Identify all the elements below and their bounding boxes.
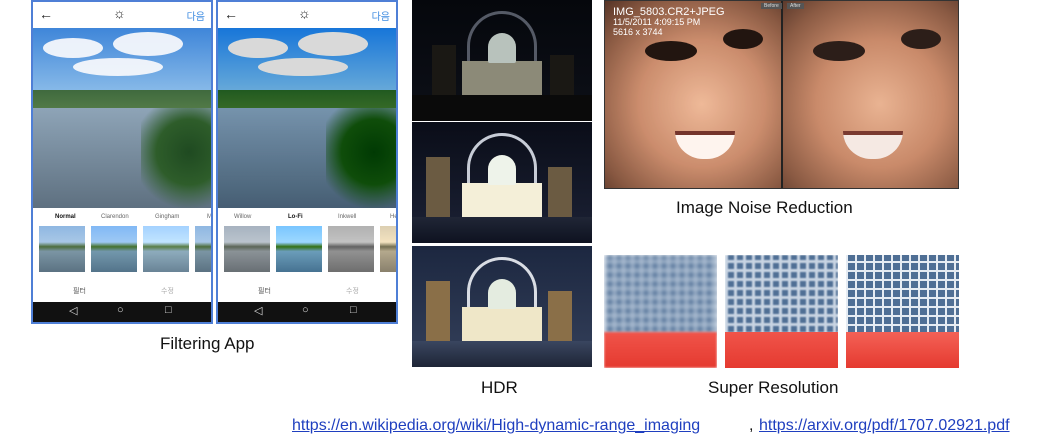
tab-filter[interactable]: 필터 — [73, 286, 86, 296]
nav-home-icon[interactable]: ○ — [302, 304, 309, 316]
filter-label-partial[interactable]: M — [207, 214, 211, 220]
filter-thumbnail[interactable] — [39, 226, 85, 272]
super-resolution-high — [846, 255, 959, 368]
back-arrow-icon[interactable]: ← — [224, 6, 238, 22]
photo-metadata: IMG_5803.CR2+JPEG 11/5/2011 4:09:15 PM 5… — [613, 6, 725, 38]
filter-label-lofi[interactable]: Lo-Fi — [288, 214, 303, 220]
phone-screenshot-normal: ← ☼ 다음 Normal Clarendon Gingham M 필터 수정 … — [31, 0, 213, 324]
filter-label-normal[interactable]: Normal — [55, 214, 76, 220]
filter-thumbnail[interactable] — [380, 226, 396, 272]
filter-label-partial[interactable]: He — [390, 214, 396, 220]
tab-filter[interactable]: 필터 — [258, 286, 271, 296]
tab-edit[interactable]: 수정 — [346, 286, 359, 296]
filter-label-willow[interactable]: Willow — [234, 214, 251, 220]
landscape-photo — [33, 28, 211, 208]
hdr-wikipedia-link[interactable]: https://en.wikipedia.org/wiki/High-dynam… — [292, 417, 700, 435]
hdr-photo-mid — [412, 122, 592, 243]
phone-top-bar: ← ☼ 다음 — [218, 2, 396, 28]
after-tag: After — [787, 3, 804, 9]
brightness-icon[interactable]: ☼ — [113, 5, 126, 21]
after-face-photo — [783, 1, 958, 188]
filter-label-clarendon[interactable]: Clarendon — [101, 214, 129, 220]
landscape-photo-filtered — [218, 28, 396, 208]
brightness-icon[interactable]: ☼ — [298, 5, 311, 21]
photo-dimensions: 5616 x 3744 — [613, 27, 663, 37]
back-arrow-icon[interactable]: ← — [39, 6, 53, 22]
nav-home-icon[interactable]: ○ — [117, 304, 124, 316]
nav-recents-icon[interactable]: □ — [165, 304, 172, 316]
filter-name-row: Willow Lo-Fi Inkwell He — [218, 212, 396, 226]
arxiv-link[interactable]: https://arxiv.org/pdf/1707.02921.pdf — [759, 417, 1010, 435]
filter-thumbnail[interactable] — [143, 226, 189, 272]
nav-back-icon[interactable]: ◁ — [69, 304, 77, 317]
before-tag: Before — [761, 3, 782, 9]
phone-top-bar: ← ☼ 다음 — [33, 2, 211, 28]
caption-filtering-app: Filtering App — [160, 334, 255, 353]
android-nav-bar: ◁ ○ □ — [33, 302, 211, 322]
filter-thumbnail[interactable] — [328, 226, 374, 272]
filter-thumbnails — [39, 226, 211, 274]
filter-thumbnail[interactable] — [91, 226, 137, 272]
link-separator: , — [749, 417, 754, 434]
super-resolution-low — [604, 255, 717, 368]
filter-name-row: Normal Clarendon Gingham M — [33, 212, 211, 226]
next-button[interactable]: 다음 — [372, 8, 390, 23]
hdr-photo-merged — [412, 246, 592, 367]
nav-recents-icon[interactable]: □ — [350, 304, 357, 316]
tab-edit[interactable]: 수정 — [161, 286, 174, 296]
super-resolution-mid — [725, 255, 838, 368]
photo-filename: IMG_5803.CR2+JPEG — [613, 6, 725, 18]
noise-reduction-comparison: IMG_5803.CR2+JPEG 11/5/2011 4:09:15 PM 5… — [604, 0, 959, 189]
hdr-photo-dark — [412, 0, 592, 121]
android-nav-bar: ◁ ○ □ — [218, 302, 396, 322]
filter-label-gingham[interactable]: Gingham — [155, 214, 179, 220]
caption-noise-reduction: Image Noise Reduction — [676, 198, 853, 217]
filter-thumbnails — [224, 226, 396, 274]
caption-hdr: HDR — [481, 378, 518, 397]
filter-label-inkwell[interactable]: Inkwell — [338, 214, 356, 220]
caption-super-resolution: Super Resolution — [708, 378, 839, 397]
nav-back-icon[interactable]: ◁ — [254, 304, 262, 317]
phone-screenshot-lofi: ← ☼ 다음 Willow Lo-Fi Inkwell He 필터 수정 ◁ ○… — [216, 0, 398, 324]
filter-thumbnail[interactable] — [195, 226, 211, 272]
photo-datetime: 11/5/2011 4:09:15 PM — [613, 17, 701, 27]
filter-thumbnail[interactable] — [224, 226, 270, 272]
next-button[interactable]: 다음 — [187, 8, 205, 23]
filter-thumbnail[interactable] — [276, 226, 322, 272]
